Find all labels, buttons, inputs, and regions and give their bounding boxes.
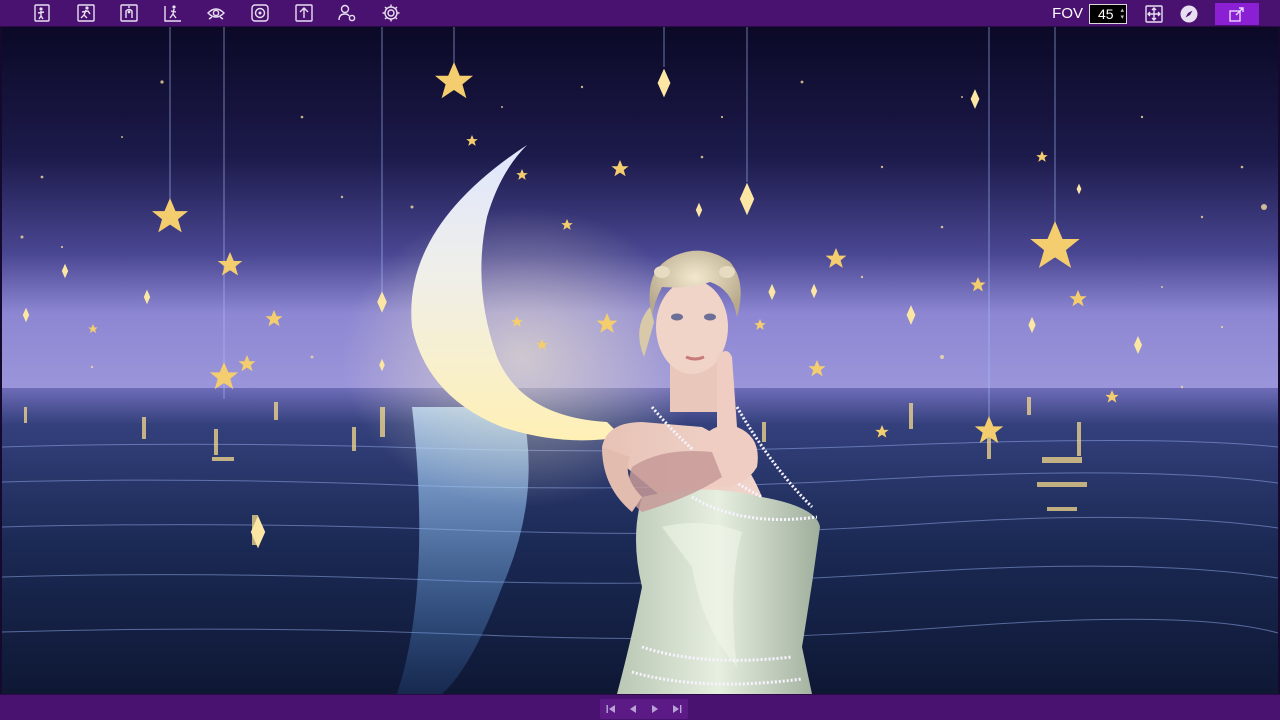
- move-icon: [1145, 4, 1163, 23]
- upload-icon: [294, 4, 313, 22]
- eye-button[interactable]: [204, 2, 228, 24]
- pose-run-icon: [76, 4, 95, 22]
- user-settings-icon: [338, 4, 356, 22]
- upload-button[interactable]: [292, 2, 316, 24]
- move-button[interactable]: [1142, 3, 1166, 25]
- scene-render: [2, 27, 1278, 694]
- eye-icon: [207, 8, 226, 20]
- view-controls: FOV 45 ▴ ▾: [1052, 0, 1280, 27]
- skip-end-icon: [673, 705, 682, 713]
- compass-button[interactable]: [1177, 3, 1201, 25]
- skip-end-button[interactable]: [666, 699, 688, 719]
- pose-hand-icon: [120, 4, 138, 22]
- fov-label: FOV: [1052, 5, 1083, 22]
- skip-start-button[interactable]: [600, 699, 622, 719]
- pose-run-button[interactable]: [74, 2, 98, 24]
- pose-walk-button[interactable]: [161, 2, 185, 24]
- skip-start-icon: [606, 705, 615, 713]
- play-icon: [652, 705, 658, 713]
- playback-controls: [600, 699, 688, 719]
- compass-icon: [1180, 5, 1198, 22]
- fov-input[interactable]: 45 ▴ ▾: [1089, 3, 1127, 24]
- tool-group: [0, 2, 422, 24]
- pose-hand-button[interactable]: [117, 2, 141, 24]
- target-icon: [251, 4, 269, 22]
- pose-door-button[interactable]: [30, 2, 54, 24]
- pose-door-icon: [34, 4, 50, 22]
- play-button[interactable]: [644, 699, 666, 719]
- gear-icon: [382, 4, 400, 22]
- bottom-toolbar: [0, 694, 1280, 720]
- step-back-icon: [630, 705, 636, 713]
- export-button[interactable]: [1215, 2, 1259, 25]
- pose-walk-icon: [164, 5, 181, 22]
- export-icon: [1229, 6, 1244, 22]
- settings-button[interactable]: [379, 2, 403, 24]
- user-settings-button[interactable]: [335, 2, 359, 24]
- scene-viewport[interactable]: [2, 27, 1278, 694]
- fov-value: 45: [1098, 5, 1114, 22]
- target-button[interactable]: [248, 2, 272, 24]
- top-toolbar: FOV 45 ▴ ▾: [0, 0, 1280, 27]
- fov-spinner[interactable]: ▴ ▾: [1120, 7, 1124, 21]
- step-back-button[interactable]: [622, 699, 644, 719]
